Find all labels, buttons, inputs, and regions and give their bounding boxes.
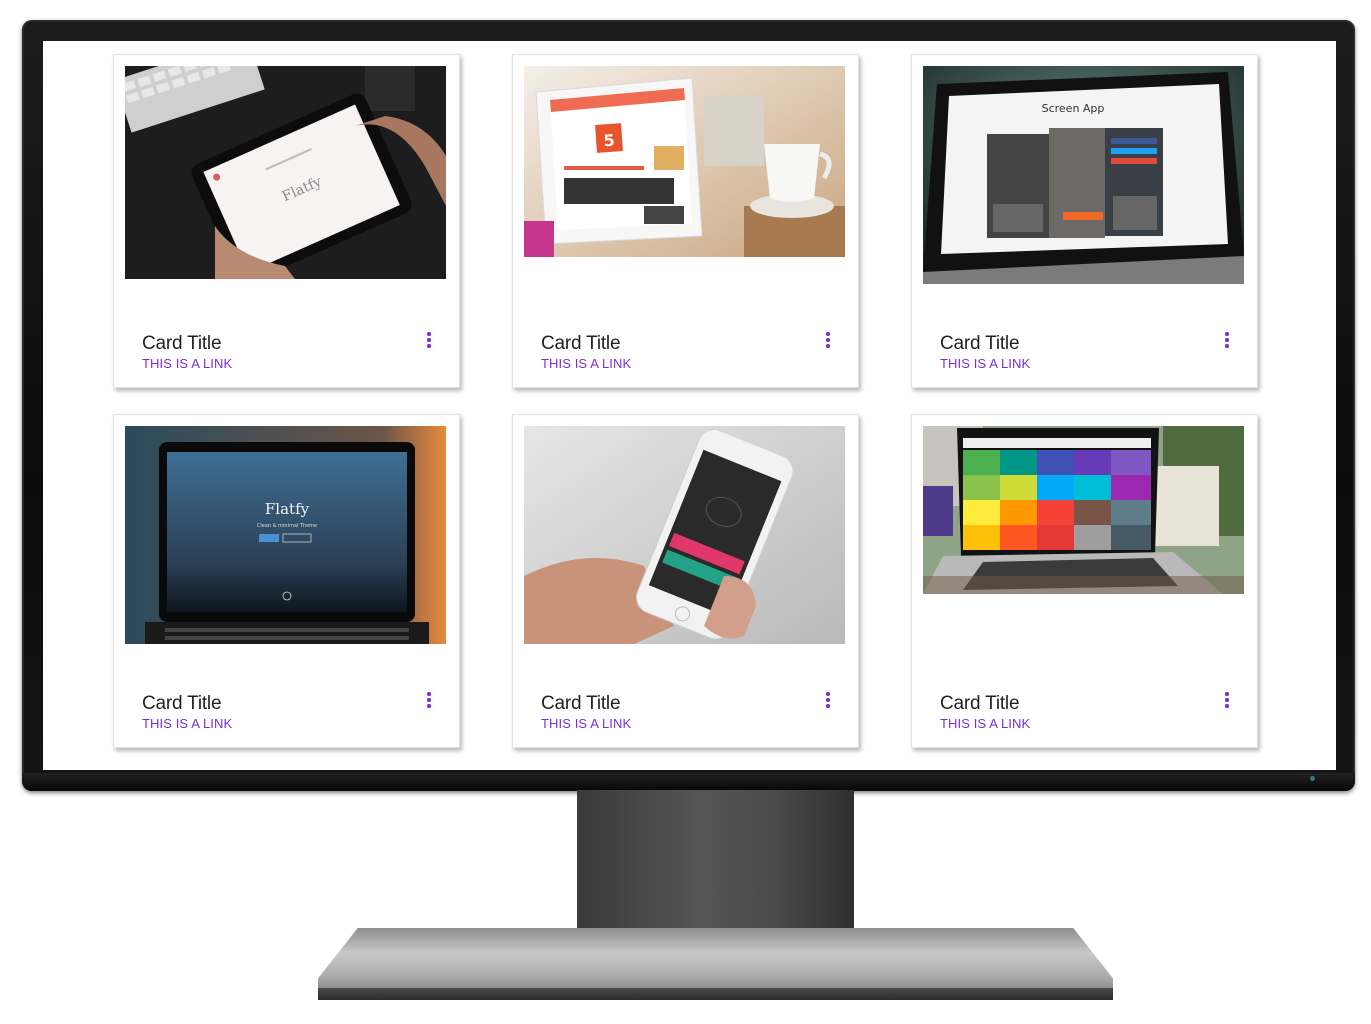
- card-link[interactable]: THIS IS A LINK: [142, 356, 232, 371]
- card: Flatfy Card Title THIS IS A LINK: [113, 54, 460, 388]
- card: Flatfy Clean & minimal Theme Card Title …: [113, 414, 460, 748]
- hand-iphone-photo: [524, 426, 845, 644]
- card: Card Title THIS IS A LINK: [512, 414, 859, 748]
- ipad-html5-coffee-photo: 5: [524, 66, 845, 257]
- power-led-icon: [1310, 776, 1315, 781]
- card-title: Card Title: [142, 693, 222, 714]
- card: Card Title THIS IS A LINK: [911, 414, 1258, 748]
- card-title: Card Title: [541, 693, 621, 714]
- card-image-laptop-color-palette: [923, 426, 1244, 594]
- card-image-laptop-screen-app: Screen App: [923, 66, 1244, 284]
- card-title: Card Title: [142, 333, 222, 354]
- more-vert-icon[interactable]: [822, 332, 834, 348]
- card-image-hand-iphone: [524, 426, 845, 644]
- svg-text:Flatfy: Flatfy: [265, 500, 310, 518]
- monitor-stand-base: [318, 928, 1113, 1000]
- monitor-screen: Flatfy Card Title THIS IS A LINK 5 Card …: [43, 41, 1336, 770]
- more-vert-icon[interactable]: [423, 692, 435, 708]
- card: Screen App Card Title THIS IS A LINK: [911, 54, 1258, 388]
- more-vert-icon[interactable]: [423, 332, 435, 348]
- more-vert-icon[interactable]: [822, 692, 834, 708]
- card-image-laptop-flatfy-sunset: Flatfy Clean & minimal Theme: [125, 426, 446, 644]
- svg-text:Clean & minimal Theme: Clean & minimal Theme: [257, 523, 317, 529]
- card-image-ipad-html5: 5: [524, 66, 845, 257]
- more-vert-icon[interactable]: [1221, 332, 1233, 348]
- svg-text:Screen App: Screen App: [1042, 102, 1105, 115]
- card-link[interactable]: THIS IS A LINK: [940, 716, 1030, 731]
- card-link[interactable]: THIS IS A LINK: [541, 716, 631, 731]
- card-image-tablet-flatfy: Flatfy: [125, 66, 446, 279]
- card-title: Card Title: [940, 333, 1020, 354]
- card-link[interactable]: THIS IS A LINK: [541, 356, 631, 371]
- card-link[interactable]: THIS IS A LINK: [142, 716, 232, 731]
- card-link[interactable]: THIS IS A LINK: [940, 356, 1030, 371]
- card: 5 Card Title THIS IS A LINK: [512, 54, 859, 388]
- more-vert-icon[interactable]: [1221, 692, 1233, 708]
- laptop-screen-app-photo: Screen App: [923, 66, 1244, 284]
- laptop-flatfy-sunset-photo: Flatfy Clean & minimal Theme: [125, 426, 446, 644]
- card-title: Card Title: [541, 333, 621, 354]
- svg-text:5: 5: [603, 131, 615, 151]
- tablet-flatfy-photo: Flatfy: [125, 66, 446, 279]
- laptop-color-palette-photo: [923, 426, 1244, 594]
- card-title: Card Title: [940, 693, 1020, 714]
- monitor-stand-neck: [577, 790, 854, 940]
